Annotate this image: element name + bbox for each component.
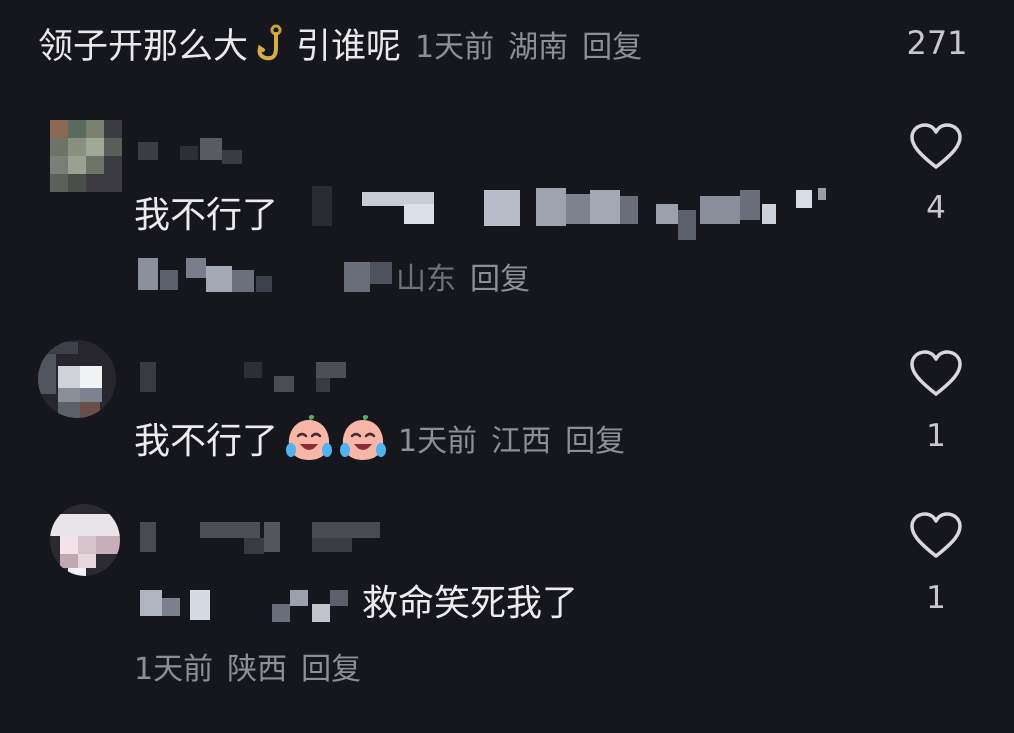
reply-button[interactable]: 回复 [582, 30, 642, 65]
comment-location-partial: 山东 [396, 262, 456, 297]
comment-location: 江西 [491, 424, 552, 459]
crying-laughing-peach-emoji [340, 414, 387, 460]
like-count: 1 [926, 580, 946, 616]
comment-text: 救命笑死我了 [362, 583, 579, 624]
like-count: 271 [906, 24, 968, 62]
heart-outline-icon[interactable] [908, 122, 964, 172]
comment-text-row: 我不行了 1天前 江西 回复 [134, 412, 625, 464]
heart-outline-icon[interactable] [908, 511, 964, 561]
crying-laughing-peach-emoji [286, 414, 333, 460]
comment-text: 我不行了 [134, 421, 279, 462]
avatar[interactable] [50, 504, 120, 576]
comment-location: 陕西 [227, 652, 288, 687]
reply-button[interactable]: 回复 [301, 652, 361, 687]
like-count: 1 [926, 418, 946, 454]
comment-text: 我不行了 [134, 195, 279, 236]
comment-location: 湖南 [508, 29, 569, 65]
heart-outline-icon[interactable] [908, 349, 964, 399]
comment-text-top: 领子开那么大 引谁呢 1天前 湖南 回复 [38, 18, 642, 69]
like-count: 4 [926, 190, 946, 226]
comment-text-part1: 领子开那么大 [38, 27, 249, 67]
avatar[interactable] [38, 340, 116, 418]
reply-button[interactable]: 回复 [565, 424, 625, 459]
hook-emoji [257, 24, 282, 60]
avatar[interactable] [50, 120, 122, 192]
reply-button[interactable]: 回复 [470, 262, 530, 297]
comment-text-part2: 引谁呢 [296, 27, 402, 67]
comment-time: 1天前 [134, 652, 214, 687]
comment-time: 1天前 [415, 29, 495, 65]
comment-time: 1天前 [398, 424, 478, 459]
heart-outline-icon[interactable] [912, 0, 968, 8]
